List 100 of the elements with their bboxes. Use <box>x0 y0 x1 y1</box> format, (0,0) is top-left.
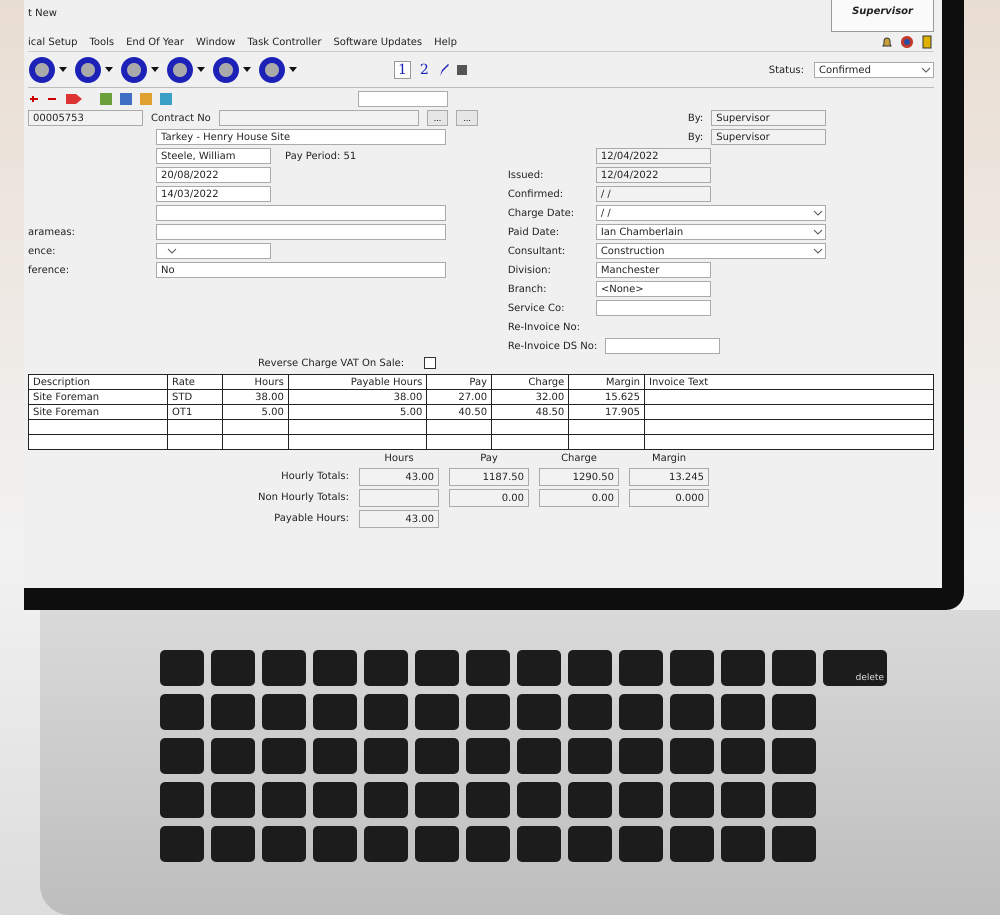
job-number-field[interactable]: 00005753 <box>28 110 143 126</box>
total-field: 0.000 <box>629 489 710 507</box>
round-tool-icon[interactable] <box>212 55 252 85</box>
menu-item[interactable]: Tools <box>89 36 114 48</box>
field-label: ference: <box>28 264 70 276</box>
keyboard-key <box>364 826 408 862</box>
total-field: 43.00 <box>359 468 440 486</box>
column-header: Payable Hours <box>288 374 427 390</box>
keyboard-key <box>466 738 510 774</box>
page-tab[interactable]: 2 <box>416 62 432 78</box>
dropdown[interactable]: / / <box>596 205 826 221</box>
keyboard-key <box>313 694 357 730</box>
field-label: Issued: <box>508 170 544 180</box>
date-field[interactable]: 12/04/2022 <box>596 167 711 183</box>
date-field[interactable]: / / <box>596 186 711 202</box>
input-field[interactable]: Steele, William <box>156 148 271 164</box>
totals-header: Charge <box>560 453 598 465</box>
table-cell: Site Foreman <box>28 404 168 420</box>
checkbox[interactable] <box>424 357 436 369</box>
menu-item[interactable]: Task Controller <box>247 36 322 48</box>
date-field[interactable]: 12/04/2022 <box>596 148 711 164</box>
keyboard-key <box>772 650 816 686</box>
field-label: arameas: <box>28 226 76 238</box>
keyboard-key <box>262 826 306 862</box>
keyboard-key <box>415 826 459 862</box>
round-tool-icon[interactable] <box>258 55 298 85</box>
field-label: Charge Date: <box>508 208 576 218</box>
keyboard-key <box>670 826 714 862</box>
dropdown[interactable]: Ian Chamberlain <box>596 224 826 240</box>
keyboard-key <box>568 782 612 818</box>
keyboard-key <box>211 650 255 686</box>
field-label: Re-Invoice DS No: <box>508 340 598 352</box>
dropdown[interactable]: Construction <box>596 243 826 259</box>
input-field[interactable]: 20/08/2022 <box>156 167 271 183</box>
page-tab[interactable]: 1 <box>394 61 411 79</box>
keyboard-key <box>160 738 204 774</box>
table-cell: 15.625 <box>568 390 644 404</box>
total-field: 0.00 <box>539 489 620 507</box>
keyboard-key <box>211 694 255 730</box>
bell-icon[interactable] <box>880 35 894 49</box>
totals-header: Hours <box>383 453 415 465</box>
column-header: Hours <box>222 374 288 390</box>
user-field[interactable]: Supervisor <box>711 110 826 126</box>
round-tool-icon[interactable] <box>166 55 206 85</box>
user-field[interactable]: Supervisor <box>711 129 826 145</box>
keyboard-key <box>364 650 408 686</box>
keyboard-key <box>262 650 306 686</box>
input-field[interactable] <box>358 91 448 107</box>
keyboard-key <box>568 694 612 730</box>
table-cell: STD <box>168 390 222 404</box>
keyboard-key <box>721 826 765 862</box>
field-label: Re-Invoice No: <box>508 322 581 332</box>
table-cell: 48.50 <box>492 404 569 420</box>
keyboard-key <box>160 826 204 862</box>
keyboard-key <box>466 650 510 686</box>
field-label: Confirmed: <box>508 188 564 200</box>
input-field[interactable]: Manchester <box>596 262 711 278</box>
input-field[interactable] <box>605 338 720 354</box>
menu-item[interactable]: ical Setup <box>28 36 78 48</box>
pen-icon[interactable] <box>438 63 450 77</box>
field-label: Paid Date: <box>508 226 560 238</box>
field-label: Branch: <box>508 284 548 294</box>
input-field[interactable] <box>596 300 711 316</box>
total-field: 43.00 <box>359 510 440 528</box>
menu-item[interactable]: Window <box>196 36 236 48</box>
window-title: t New <box>28 7 57 19</box>
input-field[interactable]: <None> <box>596 281 711 297</box>
keyboard-key <box>262 738 306 774</box>
keyboard-key <box>313 738 357 774</box>
keyboard-key <box>721 738 765 774</box>
round-tool-icon[interactable] <box>74 55 114 85</box>
small-square-icon[interactable] <box>456 64 468 76</box>
round-tool-icon[interactable] <box>28 55 68 85</box>
field-label: Service Co: <box>508 302 566 314</box>
input-field[interactable]: No <box>156 262 446 278</box>
input-field[interactable] <box>156 205 446 221</box>
input-field[interactable]: Tarkey - Henry House Site <box>156 129 446 145</box>
keyboard-key <box>517 826 561 862</box>
keyboard-key <box>160 782 204 818</box>
browse-button[interactable]: ... <box>426 110 448 126</box>
menu-item[interactable]: Software Updates <box>333 36 422 48</box>
keyboard-key <box>211 782 255 818</box>
table-cell: 40.50 <box>426 404 492 420</box>
menu-item[interactable]: End Of Year <box>126 36 184 48</box>
keyboard-key <box>670 738 714 774</box>
input-field[interactable]: 14/03/2022 <box>156 186 271 202</box>
pay-period-text: Pay Period: 51 <box>285 150 356 162</box>
round-tool-icon[interactable] <box>120 55 160 85</box>
keyboard-key <box>466 694 510 730</box>
table-cell: 32.00 <box>492 390 569 404</box>
menu-item[interactable]: Help <box>434 36 457 48</box>
keyboard-key <box>313 782 357 818</box>
status-dropdown[interactable]: Confirmed <box>814 62 934 78</box>
input-field[interactable] <box>156 224 446 240</box>
totals-header: Margin <box>650 453 688 465</box>
column-header: Invoice Text <box>644 374 934 390</box>
caret-icon <box>812 228 823 236</box>
contract-field[interactable] <box>218 110 419 126</box>
browse-button[interactable]: ... <box>456 110 478 126</box>
keyboard-key <box>160 650 204 686</box>
